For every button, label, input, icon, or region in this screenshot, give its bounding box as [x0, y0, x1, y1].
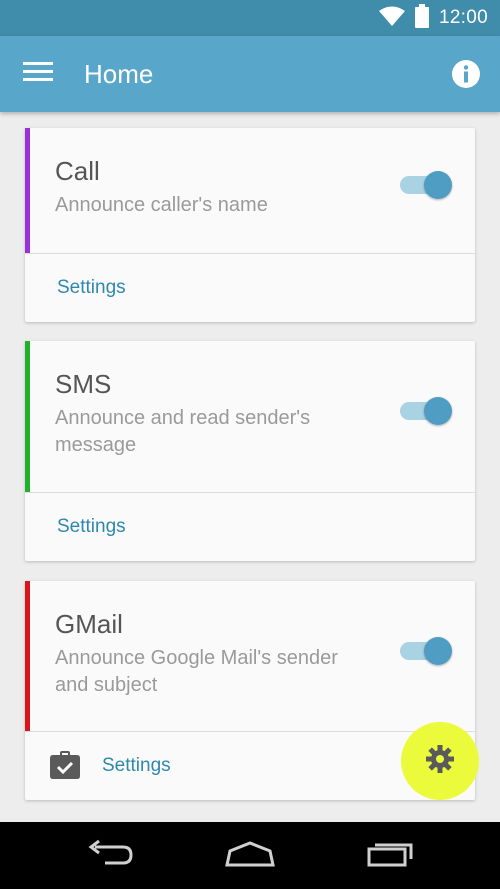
gear-icon	[425, 744, 455, 779]
card-description: Announce caller's name	[55, 194, 268, 216]
gmail-settings-link[interactable]: Settings	[102, 755, 171, 777]
page-title: Home	[84, 59, 154, 89]
recents-icon	[365, 839, 415, 874]
card-sms: SMS Announce and read sender's message S…	[25, 341, 475, 561]
call-settings-link[interactable]: Settings	[57, 277, 126, 299]
status-icons: 12:00	[378, 0, 488, 36]
card-title: SMS	[55, 369, 112, 399]
sms-toggle[interactable]	[398, 395, 454, 425]
menu-icon	[23, 61, 53, 87]
wifi-icon	[378, 6, 405, 31]
toggle-thumb	[424, 397, 452, 425]
back-button[interactable]	[80, 836, 140, 876]
menu-button[interactable]	[18, 54, 58, 94]
info-button[interactable]	[450, 58, 482, 90]
home-icon	[223, 839, 277, 874]
card-accent-bar	[25, 341, 30, 492]
feature-list: Call Announce caller's name Settings SMS…	[0, 112, 500, 822]
system-nav-bar	[0, 822, 500, 889]
card-divider	[25, 253, 475, 254]
recents-button[interactable]	[360, 836, 420, 876]
card-accent-bar	[25, 581, 30, 731]
toggle-thumb	[424, 637, 452, 665]
status-time: 12:00	[438, 7, 488, 28]
card-description: Announce and read sender's message	[55, 407, 311, 456]
info-icon	[450, 60, 482, 94]
gmail-toggle[interactable]	[398, 635, 454, 665]
back-icon	[85, 839, 135, 874]
card-title: GMail	[55, 609, 123, 639]
status-bar: 12:00	[0, 0, 500, 36]
settings-fab[interactable]	[401, 722, 479, 800]
card-divider	[25, 492, 475, 493]
card-divider	[25, 731, 475, 732]
app-bar: Home	[0, 36, 500, 112]
battery-icon	[414, 3, 429, 33]
home-button[interactable]	[220, 836, 280, 876]
toggle-thumb	[424, 171, 452, 199]
card-title: Call	[55, 156, 100, 186]
card-accent-bar	[25, 128, 30, 253]
card-call: Call Announce caller's name Settings	[25, 128, 475, 322]
call-toggle[interactable]	[398, 169, 454, 199]
briefcase-check-icon	[50, 751, 80, 779]
sms-settings-link[interactable]: Settings	[57, 516, 126, 538]
card-description: Announce Google Mail's sender and subjec…	[55, 647, 338, 696]
